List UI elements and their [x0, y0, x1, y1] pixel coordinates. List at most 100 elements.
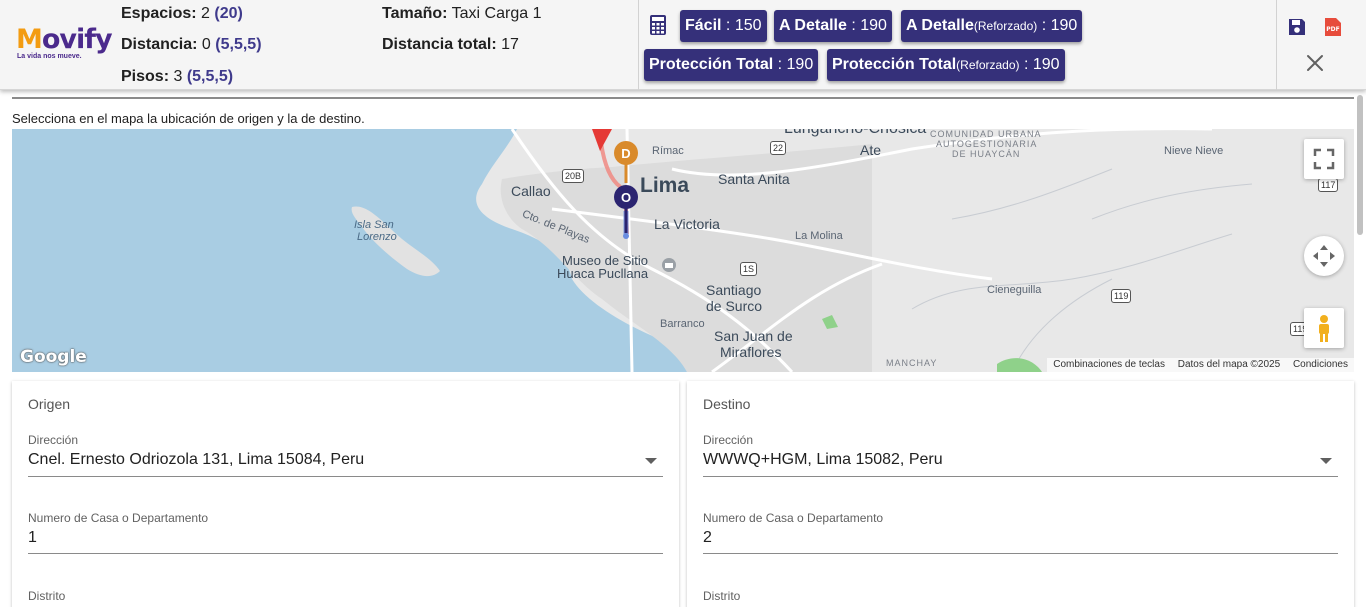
divider — [638, 0, 639, 90]
logo-tagline: La vida nos mueve. — [17, 53, 82, 60]
map-label: de Surco — [706, 298, 763, 314]
origin-marker-label: O — [621, 190, 631, 205]
destination-district-label: Distrito — [703, 589, 741, 603]
price-label: A Detalle — [906, 17, 974, 34]
destination-number-input[interactable]: 2 — [703, 529, 712, 547]
pegman-icon — [1319, 315, 1329, 342]
map-label: Santiago — [706, 282, 762, 298]
map-attribution: Combinaciones de teclas Datos del mapa ©… — [1047, 358, 1354, 372]
close-icon[interactable] — [1306, 54, 1324, 72]
map-label: Miraflores — [720, 344, 782, 360]
origin-card: Origen Dirección Cnel. Ernesto Odriozola… — [12, 381, 679, 607]
destination-address-select[interactable]: WWWQ+HGM, Lima 15082, Peru — [703, 451, 943, 469]
fullscreen-icon — [1313, 148, 1335, 170]
origin-address-label: Dirección — [28, 433, 79, 447]
map-data-text: Datos del mapa ©2025 — [1177, 359, 1281, 370]
map-pan-button[interactable] — [1304, 236, 1344, 276]
price-proteccion-total-button[interactable]: Protección Total : 190 — [644, 49, 819, 81]
input-underline — [28, 476, 663, 477]
map-label: Callao — [511, 183, 551, 199]
destination-title: Destino — [703, 396, 751, 412]
price-facil-button[interactable]: Fácil : 150 — [680, 10, 767, 42]
espacios-info: Espacios: 2 (20) — [121, 4, 243, 24]
price-value: : 190 — [1023, 56, 1060, 73]
pan-arrows-icon — [1313, 245, 1335, 267]
price-label: Protección Total — [649, 56, 774, 73]
route-map[interactable]: D O Lurigancho-Chosica COMUNIDAD URBANA … — [12, 129, 1354, 372]
origin-number-label: Numero de Casa o Departamento — [28, 511, 209, 525]
pisos-detail: (5,5,5) — [186, 68, 234, 85]
pisos-value: 3 — [173, 68, 183, 85]
distancia-info: Distancia: 0 (5,5,5) — [121, 35, 262, 55]
price-label: Fácil — [685, 17, 722, 34]
chevron-down-icon[interactable] — [645, 458, 657, 464]
map-label: Lima — [640, 174, 690, 197]
route-shield: 20B — [562, 169, 585, 183]
price-value: : 190 — [1041, 17, 1078, 34]
origin-title: Origen — [28, 396, 71, 412]
destination-address-label: Dirección — [703, 433, 754, 447]
movify-logo[interactable]: Movify La vida nos mueve. — [16, 26, 116, 64]
map-label: Santa Anita — [718, 171, 790, 187]
map-label: Isla San — [354, 219, 394, 231]
map-label: La Molina — [795, 230, 843, 242]
espacios-value: 2 — [201, 5, 210, 22]
destination-marker-label: D — [621, 146, 630, 161]
tamano-label: Tamaño: — [382, 5, 448, 22]
price-proteccion-total-reforzado-button[interactable]: Protección Total(Reforzado) : 190 — [827, 49, 1065, 81]
calculator-icon[interactable] — [649, 14, 667, 36]
price-label: A Detalle — [779, 17, 847, 34]
map-label: Ate — [860, 142, 882, 158]
pdf-icon-label: PDF — [1326, 26, 1339, 33]
map-label: COMUNIDAD URBANA — [930, 129, 1042, 139]
google-logo: Google — [20, 347, 87, 367]
route-shield: 22 — [770, 141, 787, 155]
espacios-label: Espacios: — [121, 5, 197, 22]
route-shield: 117 — [1318, 178, 1339, 192]
fullscreen-button[interactable] — [1304, 139, 1344, 179]
pisos-label: Pisos: — [121, 68, 170, 85]
divider — [1276, 0, 1277, 90]
origin-address-select[interactable]: Cnel. Ernesto Odriozola 131, Lima 15084,… — [28, 451, 364, 469]
distancia-detail: (5,5,5) — [215, 36, 262, 53]
map-label: DE HUAYCÁN — [952, 149, 1021, 159]
map-label: La Victoria — [654, 216, 720, 232]
origin-number-input[interactable]: 1 — [28, 529, 37, 547]
tamano-info: Tamaño: Taxi Carga 1 — [382, 4, 541, 24]
origin-district-label: Distrito — [28, 589, 66, 603]
pdf-icon[interactable]: PDF — [1324, 17, 1342, 37]
terms-link[interactable]: Condiciones — [1293, 359, 1348, 370]
top-bar: Movify La vida nos mueve. Espacios: 2 (2… — [0, 0, 1366, 90]
save-icon[interactable] — [1287, 17, 1307, 37]
map-label: MANCHAY — [886, 358, 938, 368]
map-canvas[interactable]: D O — [12, 129, 1354, 372]
map-label: Rímac — [652, 145, 684, 157]
map-label: AUTOGESTIONARIA — [936, 139, 1038, 149]
logo-wordmark: Movify — [16, 24, 113, 55]
input-underline — [703, 553, 1338, 554]
distancia-total-label: Distancia total: — [382, 36, 497, 53]
distancia-total-info: Distancia total: 17 — [382, 35, 519, 55]
map-label: San Juan de — [714, 328, 793, 344]
map-label: Lorenzo — [357, 231, 397, 243]
map-label: Cieneguilla — [987, 284, 1042, 296]
section-divider — [12, 97, 1354, 99]
price-suffix: (Reforzado) — [973, 19, 1038, 33]
price-value: : 150 — [725, 17, 762, 34]
espacios-detail: (20) — [214, 5, 243, 22]
price-a-detalle-button[interactable]: A Detalle : 190 — [774, 10, 892, 42]
map-label: Huaca Pucllana — [557, 266, 649, 281]
distancia-total-value: 17 — [501, 36, 519, 53]
destination-card: Destino Dirección WWWQ+HGM, Lima 15082, … — [687, 381, 1354, 607]
keyboard-shortcuts-link[interactable]: Combinaciones de teclas — [1053, 359, 1165, 370]
price-value: : 190 — [851, 17, 887, 34]
chevron-down-icon[interactable] — [1320, 458, 1332, 464]
price-a-detalle-reforzado-button[interactable]: A Detalle(Reforzado) : 190 — [901, 10, 1083, 42]
input-underline — [703, 476, 1338, 477]
page-scrollbar[interactable] — [1357, 95, 1363, 235]
input-underline — [28, 553, 663, 554]
destination-number-label: Numero de Casa o Departamento — [703, 511, 884, 525]
street-view-button[interactable] — [1304, 308, 1344, 348]
route-shield: 1S — [740, 262, 758, 276]
price-label: Protección Total — [832, 56, 957, 73]
